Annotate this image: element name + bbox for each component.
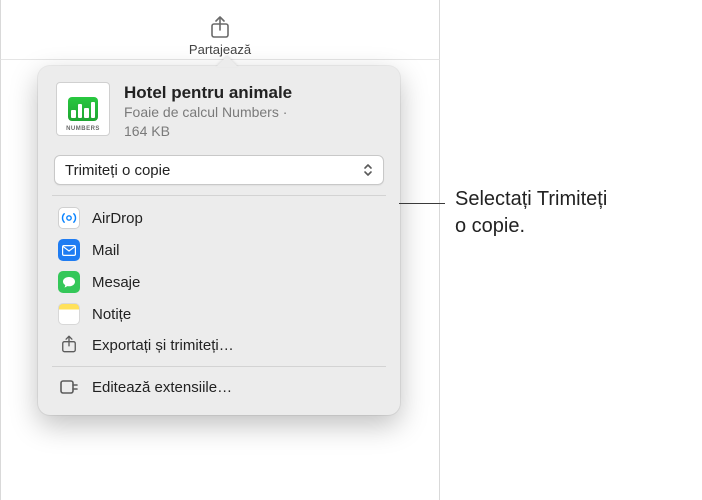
share-item-label: Mail	[92, 242, 120, 259]
share-popover: NUMBERS Hotel pentru animale Foaie de ca…	[38, 66, 400, 415]
share-item-label: Exportați și trimiteți…	[92, 337, 234, 354]
send-copy-label: Trimiteți o copie	[65, 162, 170, 179]
airdrop-icon	[58, 207, 80, 229]
document-title: Hotel pentru animale	[124, 82, 292, 103]
share-footer: Editează extensiile…	[38, 367, 400, 407]
document-thumbnail: NUMBERS	[56, 82, 110, 136]
document-header: NUMBERS Hotel pentru animale Foaie de ca…	[38, 82, 400, 155]
share-item-messages[interactable]: Mesaje	[38, 266, 400, 298]
updown-chevron-icon	[359, 160, 377, 180]
callout-line2: o copie.	[455, 213, 607, 240]
export-icon	[58, 335, 80, 355]
thumb-app-tag: NUMBERS	[66, 126, 100, 132]
share-button[interactable]: Partajează	[189, 16, 251, 57]
document-size: 164 KB	[124, 122, 292, 141]
share-item-label: Notițe	[92, 306, 131, 323]
share-item-airdrop[interactable]: AirDrop	[38, 202, 400, 234]
notes-icon	[58, 303, 80, 325]
toolbar: Partajează	[0, 0, 440, 60]
share-destinations: AirDrop Mail Mesaje Notițe	[38, 196, 400, 366]
edit-extensions[interactable]: Editează extensiile…	[38, 373, 400, 401]
share-item-export[interactable]: Exportați și trimiteți…	[38, 330, 400, 360]
callout-text: Selectați Trimiteți o copie.	[455, 186, 607, 240]
share-item-notes[interactable]: Notițe	[38, 298, 400, 330]
document-info: Hotel pentru animale Foaie de calcul Num…	[124, 82, 292, 141]
share-item-label: AirDrop	[92, 210, 143, 227]
edit-extensions-label: Editează extensiile…	[92, 379, 232, 396]
document-type: Foaie de calcul Numbers ·	[124, 103, 292, 122]
share-item-label: Mesaje	[92, 274, 140, 291]
send-copy-select[interactable]: Trimiteți o copie	[54, 155, 384, 185]
mail-icon	[58, 239, 80, 261]
share-label: Partajează	[189, 42, 251, 57]
callout-pointer	[399, 203, 445, 204]
share-item-mail[interactable]: Mail	[38, 234, 400, 266]
messages-icon	[58, 271, 80, 293]
share-icon	[209, 16, 231, 40]
callout-line1: Selectați Trimiteți	[455, 186, 607, 213]
extensions-icon	[58, 378, 80, 396]
